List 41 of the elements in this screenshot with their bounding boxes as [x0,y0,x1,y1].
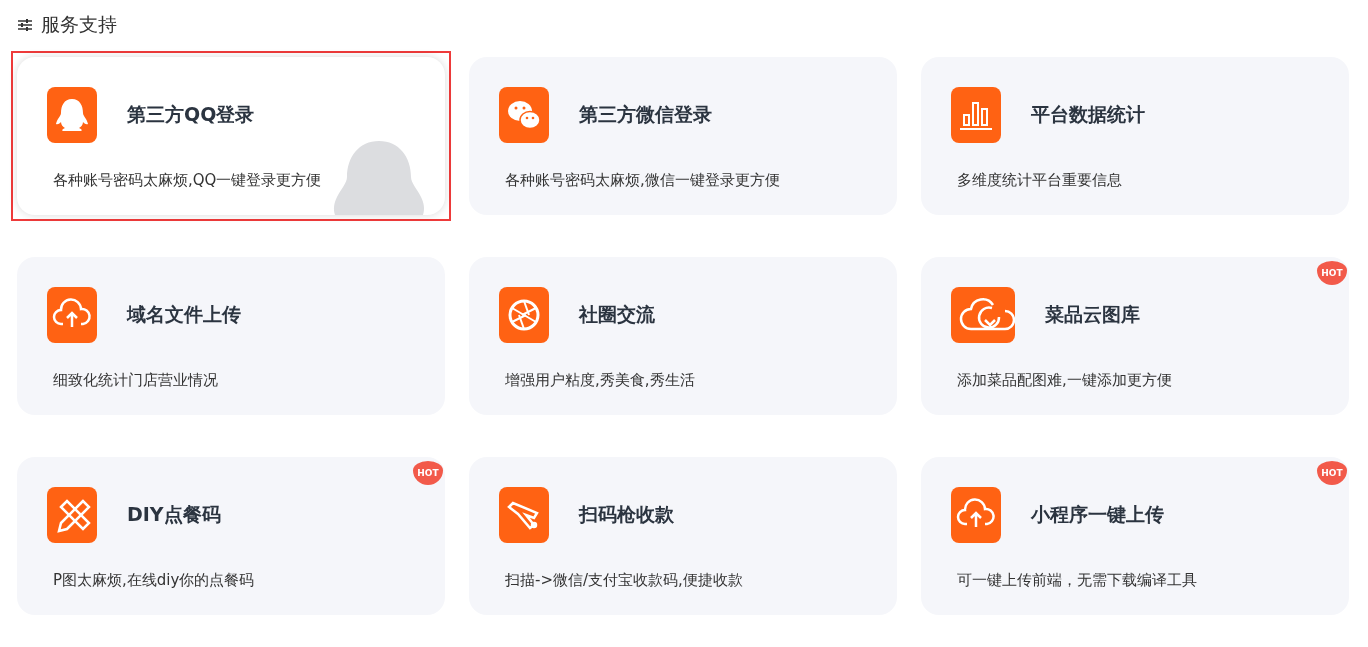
card-description: 各种账号密码太麻烦,微信一键登录更方便 [505,171,781,190]
aperture-icon [499,287,549,343]
penguin-icon [47,87,97,143]
card-description: 可一键上传前端，无需下载编译工具 [957,571,1198,590]
service-card[interactable]: HOT 小程序一键上传 可一键上传前端，无需下载编译工具 [921,457,1349,615]
card-description: 扫描->微信/支付宝收款码,便捷收款 [505,571,744,590]
service-card[interactable]: 第三方微信登录 各种账号密码太麻烦,微信一键登录更方便 [469,57,897,215]
service-card[interactable]: 域名文件上传 细致化统计门店营业情况 [17,257,445,415]
card-title: 社圈交流 [579,302,655,327]
card-description: 添加菜品配图难,一键添加更方便 [957,371,1173,390]
service-card[interactable]: HOT 菜品云图库 添加菜品配图难,一键添加更方便 [921,257,1349,415]
card-title: 平台数据统计 [1031,102,1145,127]
card-title: 第三方微信登录 [579,102,712,127]
cloud-upload-icon [951,487,1001,543]
service-card[interactable]: 社圈交流 增强用户粘度,秀美食,秀生活 [469,257,897,415]
card-title: DIY点餐码 [127,502,221,527]
scanner-icon [499,487,549,543]
chat-bubbles-icon [499,87,549,143]
hot-badge: HOT [1317,461,1347,485]
cloud-icon [951,287,1015,343]
card-title: 域名文件上传 [127,302,241,327]
service-card[interactable]: HOT DIY点餐码 P图太麻烦,在线diy你的点餐码 [17,457,445,615]
section-title: 服务支持 [41,12,117,37]
pencil-ruler-icon [47,487,97,543]
card-description: P图太麻烦,在线diy你的点餐码 [53,571,256,590]
card-description: 多维度统计平台重要信息 [957,171,1123,190]
service-card[interactable]: 第三方QQ登录 各种账号密码太麻烦,QQ一键登录更方便 [17,57,445,215]
hot-badge: HOT [413,461,443,485]
card-description: 细致化统计门店营业情况 [53,371,219,390]
card-title: 第三方QQ登录 [127,102,255,127]
card-title: 菜品云图库 [1045,302,1140,327]
service-card[interactable]: 平台数据统计 多维度统计平台重要信息 [921,57,1349,215]
card-description: 增强用户粘度,秀美食,秀生活 [505,371,696,390]
service-card[interactable]: 扫码枪收款 扫描->微信/支付宝收款码,便捷收款 [469,457,897,615]
hot-badge: HOT [1317,261,1347,285]
card-title: 扫码枪收款 [579,502,674,527]
bar-chart-icon [951,87,1001,143]
sliders-icon [17,18,33,32]
card-title: 小程序一键上传 [1031,502,1164,527]
cloud-upload-icon [47,287,97,343]
card-description: 各种账号密码太麻烦,QQ一键登录更方便 [53,171,323,190]
